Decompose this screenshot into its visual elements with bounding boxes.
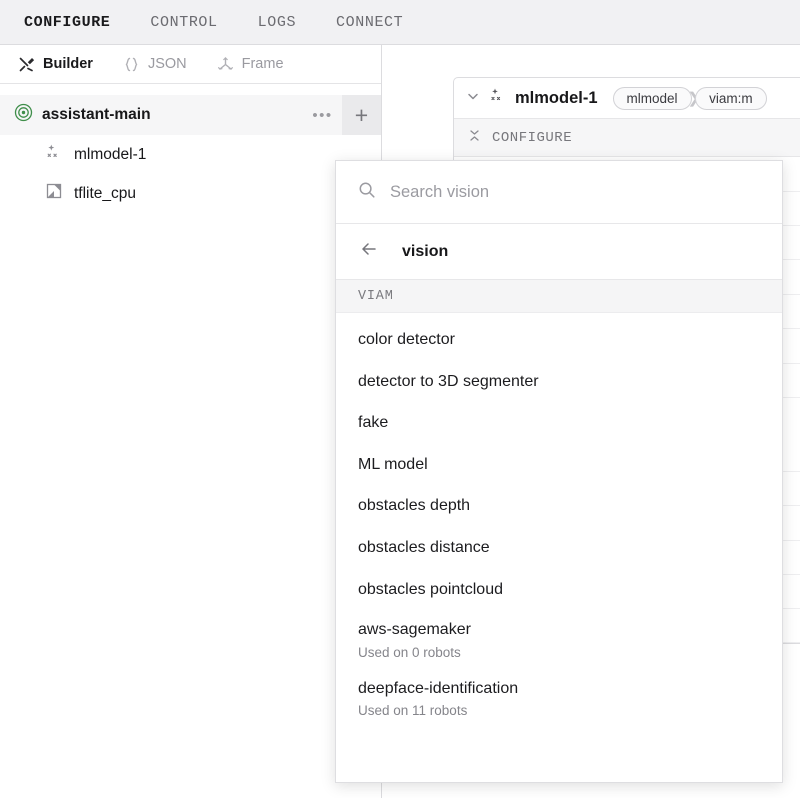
breadcrumb-item-model[interactable]: viam:m xyxy=(695,86,767,110)
nav-tab-control[interactable]: CONTROL xyxy=(150,14,217,31)
tab-json-label: JSON xyxy=(147,56,187,72)
sidebar-item-label: mlmodel-1 xyxy=(74,145,147,163)
chevron-down-icon[interactable] xyxy=(466,89,480,108)
machine-root-row[interactable]: assistant-main ••• + xyxy=(0,95,381,135)
axes-icon xyxy=(217,56,234,73)
dropdown-section-header: VIAM xyxy=(336,280,782,313)
list-item[interactable]: color detector xyxy=(336,319,782,361)
list-item-title: obstacles depth xyxy=(358,497,471,515)
list-item-title: aws-sagemaker xyxy=(358,621,471,639)
nav-tab-connect[interactable]: CONNECT xyxy=(336,14,403,31)
top-navigation: CONFIGURE CONTROL LOGS CONNECT xyxy=(0,0,800,45)
list-item-title: detector to 3D segmenter xyxy=(358,372,539,390)
breadcrumb-item-type[interactable]: mlmodel xyxy=(612,86,692,110)
list-item-title: fake xyxy=(358,414,389,432)
list-item[interactable]: obstacles pointcloud xyxy=(336,569,782,611)
sidebar-item-tflite-cpu[interactable]: tflite_cpu xyxy=(0,174,381,213)
list-item-title: obstacles distance xyxy=(358,538,490,556)
resource-card-header: mlmodel-1 mlmodel ❯ viam:m xyxy=(454,78,800,119)
list-item[interactable]: obstacles depth xyxy=(336,485,782,527)
list-item[interactable]: obstacles distance xyxy=(336,527,782,569)
list-item[interactable]: ML model xyxy=(336,444,782,486)
editor-mode-tabs: Builder JSON Frame xyxy=(0,45,381,84)
list-item-title: obstacles pointcloud xyxy=(358,580,503,598)
configure-sidebar: Builder JSON Frame assistant-main ••• + … xyxy=(0,45,382,798)
resource-card-title: mlmodel-1 xyxy=(515,88,598,107)
resource-picker-dropdown: vision VIAM color detector detector to 3… xyxy=(335,160,783,783)
tab-frame-label: Frame xyxy=(241,56,284,72)
search-icon xyxy=(358,181,376,204)
sidebar-item-mlmodel-1[interactable]: mlmodel-1 xyxy=(0,135,381,174)
module-icon xyxy=(45,182,63,205)
list-item-subtitle: Used on 0 robots xyxy=(358,644,461,660)
nav-tab-logs[interactable]: LOGS xyxy=(258,14,296,31)
list-item[interactable]: aws-sagemaker Used on 0 robots xyxy=(336,610,782,669)
dropdown-back-label: vision xyxy=(402,242,449,260)
dropdown-item-list: color detector detector to 3D segmenter … xyxy=(336,313,782,727)
search-input[interactable] xyxy=(390,182,730,202)
dropdown-search-row xyxy=(336,161,782,224)
broadcast-icon xyxy=(14,103,33,127)
more-options-button[interactable]: ••• xyxy=(303,95,342,135)
tab-json[interactable]: JSON xyxy=(123,56,187,73)
list-item-subtitle: Used on 11 robots xyxy=(358,703,468,719)
collapse-icon xyxy=(468,129,481,147)
list-item-title: deepface-identification xyxy=(358,679,519,697)
list-item[interactable]: deepface-identification Used on 11 robot… xyxy=(336,669,782,728)
resource-card-subheader[interactable]: CONFIGURE xyxy=(454,119,800,157)
tools-icon xyxy=(18,56,35,73)
list-item-title: ML model xyxy=(358,455,428,473)
breadcrumb: mlmodel ❯ viam:m xyxy=(612,86,767,110)
tab-frame[interactable]: Frame xyxy=(217,56,284,73)
nav-tab-configure[interactable]: CONFIGURE xyxy=(24,14,110,31)
machine-row-actions: ••• + xyxy=(303,95,381,135)
dropdown-section-label: VIAM xyxy=(358,288,394,304)
tab-builder[interactable]: Builder xyxy=(18,56,93,73)
machine-name: assistant-main xyxy=(42,106,151,123)
list-item[interactable]: fake xyxy=(336,402,782,444)
dropdown-back-row[interactable]: vision xyxy=(336,224,782,280)
tab-builder-label: Builder xyxy=(43,56,93,72)
list-item-title: color detector xyxy=(358,331,455,348)
arrow-left-icon[interactable] xyxy=(359,239,379,264)
app-root: CONFIGURE CONTROL LOGS CONNECT mlmodel-1 xyxy=(0,0,800,798)
mlmodel-icon xyxy=(489,87,506,109)
resource-card-subheader-label: CONFIGURE xyxy=(492,129,573,146)
sidebar-item-label: tflite_cpu xyxy=(74,184,137,202)
braces-icon xyxy=(123,56,140,73)
list-item[interactable]: detector to 3D segmenter xyxy=(336,361,782,403)
add-component-button[interactable]: + xyxy=(342,95,381,135)
mlmodel-icon xyxy=(45,143,63,166)
